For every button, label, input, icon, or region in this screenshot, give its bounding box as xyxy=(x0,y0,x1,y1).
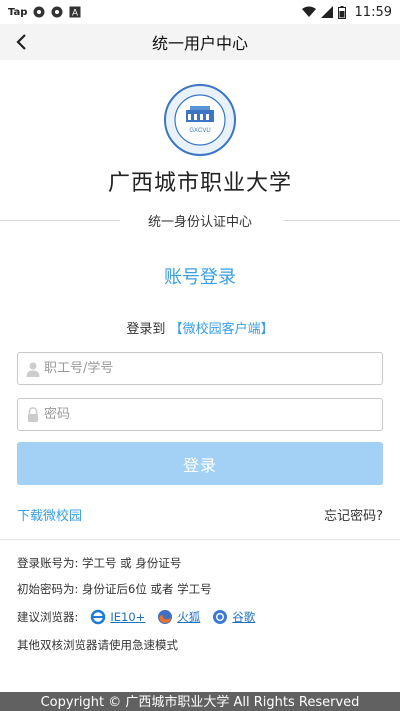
firefox-icon xyxy=(158,610,173,624)
username-field[interactable] xyxy=(17,352,383,385)
status-app-label: Tap xyxy=(8,6,28,18)
browser-firefox-label: 火狐 xyxy=(177,610,201,624)
settings-icon xyxy=(51,6,63,18)
password-info: 初始密码为: 身份证后6位 或者 学工号 xyxy=(17,582,212,596)
forgot-password-link[interactable]: 忘记密码? xyxy=(324,505,383,524)
copyright-footer: Copyright © 广西城市职业大学 All Rights Reserved xyxy=(0,692,400,711)
password-field[interactable] xyxy=(17,398,383,431)
page-title: 统一用户中心 xyxy=(151,34,248,53)
login-target-prefix: 登录到 xyxy=(126,322,166,337)
university-name: 广西城市职业大学 xyxy=(107,171,292,196)
login-title: 账号登录 xyxy=(164,267,236,288)
settings-icon xyxy=(33,6,45,18)
status-time: 11:59 xyxy=(354,4,392,20)
svg-text:A: A xyxy=(72,8,78,18)
browser-recommendation: 建议浏览器: IE10+ 火狐 谷歌 xyxy=(17,608,255,626)
browser-ie[interactable]: IE10+ xyxy=(90,609,145,625)
font-icon: A xyxy=(69,6,81,18)
status-bar: Tap A 11:59 xyxy=(0,0,400,24)
title-bar: 统一用户中心 xyxy=(0,24,400,60)
back-button[interactable] xyxy=(8,29,34,55)
wifi-icon xyxy=(301,6,316,17)
subtitle-divider: 统一身份认证中心 xyxy=(0,210,400,230)
divider-line-right xyxy=(283,220,400,221)
section-divider xyxy=(0,539,400,540)
login-target: 登录到 【微校园客户端】 xyxy=(0,318,400,337)
username-input[interactable] xyxy=(44,361,344,376)
browser-ie-label: IE10+ xyxy=(110,610,146,624)
chrome-icon xyxy=(213,610,228,624)
battery-icon xyxy=(337,5,346,19)
lock-icon xyxy=(28,406,38,422)
download-app-link[interactable]: 下载微校园 xyxy=(17,505,82,524)
user-icon xyxy=(26,362,40,377)
university-logo: GXCVU xyxy=(164,84,236,156)
login-target-app: 【微校园客户端】 xyxy=(169,322,274,337)
password-input[interactable] xyxy=(44,407,344,422)
browser-prefix: 建议浏览器: xyxy=(17,610,79,624)
account-info: 登录账号为: 学工号 或 身份证号 xyxy=(17,556,182,570)
browser-firefox[interactable]: 火狐 xyxy=(157,609,200,625)
login-button[interactable]: 登录 xyxy=(17,442,383,485)
back-arrow-icon xyxy=(16,34,26,50)
signal-icon xyxy=(320,6,333,18)
browser-chrome[interactable]: 谷歌 xyxy=(212,609,255,625)
login-links: 下载微校园 忘记密码? xyxy=(17,505,383,525)
browser-chrome-label: 谷歌 xyxy=(232,610,256,624)
ie-icon xyxy=(91,609,106,625)
browser-note: 其他双核浏览器请使用急速模式 xyxy=(17,638,178,652)
logo-text: GXCVU xyxy=(189,128,210,134)
